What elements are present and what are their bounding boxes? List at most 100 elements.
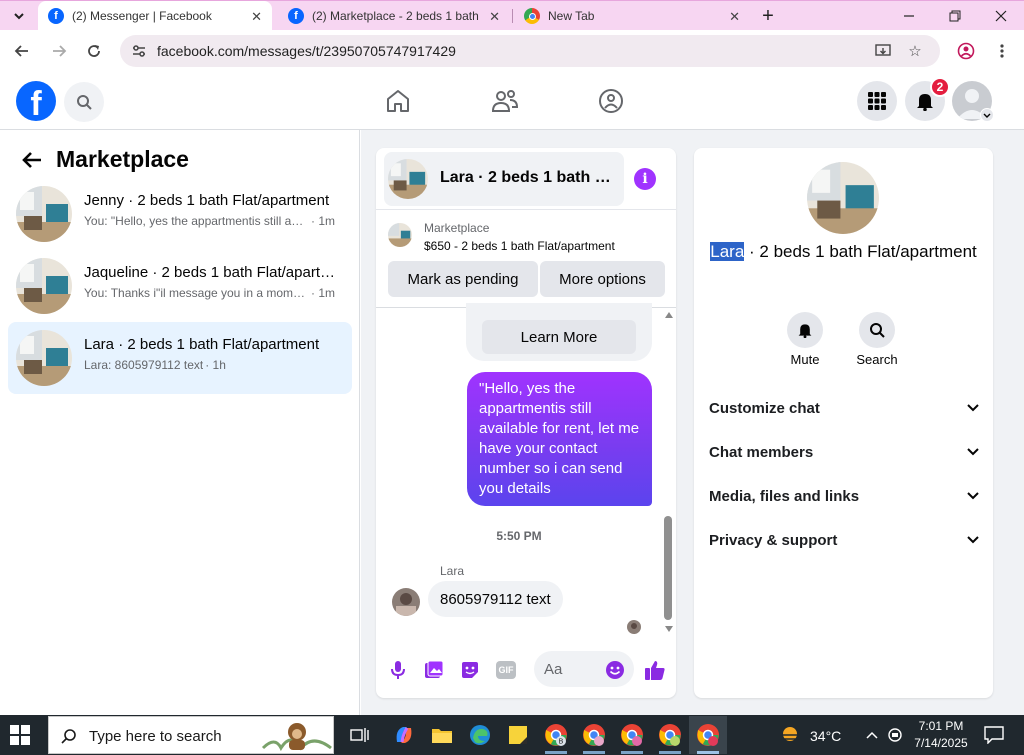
close-tab-icon[interactable]: ✕ xyxy=(729,9,740,25)
tab-marketplace[interactable]: f (2) Marketplace - 2 beds 1 bath ✕ xyxy=(278,1,510,31)
conversation-item-jenny[interactable]: Jenny · 2 beds 1 bath Flat/apartment You… xyxy=(8,178,352,250)
bell-icon xyxy=(798,324,812,338)
address-bar[interactable]: facebook.com/messages/t/2395070574791742… xyxy=(120,35,940,67)
mute-button[interactable] xyxy=(787,312,823,348)
sticky-notes-icon xyxy=(509,726,527,744)
seen-avatar xyxy=(627,620,641,634)
install-app-icon[interactable] xyxy=(874,42,892,60)
back-arrow-icon[interactable] xyxy=(20,148,44,172)
profile-button[interactable] xyxy=(954,39,978,63)
browser-tab-strip: f (2) Messenger | Facebook ✕ f (2) Marke… xyxy=(0,0,1024,31)
listing-thumbnail xyxy=(388,223,412,247)
scrollbar-thumb[interactable] xyxy=(664,516,672,620)
weather-temperature[interactable]: 34°C xyxy=(810,728,841,744)
scroll-down-icon[interactable] xyxy=(665,626,673,632)
emoji-button[interactable] xyxy=(604,659,626,681)
facebook-favicon-icon: f xyxy=(48,8,64,24)
url-text[interactable]: facebook.com/messages/t/2395070574791742… xyxy=(157,43,456,59)
meet-now-button[interactable] xyxy=(884,723,908,747)
new-tab-button[interactable]: + xyxy=(752,1,784,31)
conversation-item-lara[interactable]: Lara · 2 beds 1 bath Flat/apartment Lara… xyxy=(8,322,352,394)
scroll-up-icon[interactable] xyxy=(665,312,673,318)
attach-photo-button[interactable] xyxy=(423,659,445,681)
close-icon xyxy=(995,10,1007,22)
chrome-icon xyxy=(697,724,719,746)
media-files-links-section[interactable]: Media, files and links xyxy=(709,481,979,511)
menu-button[interactable] xyxy=(857,81,897,121)
facebook-logo-icon[interactable]: f xyxy=(16,81,56,121)
task-view-icon xyxy=(350,728,369,742)
tab-new-tab[interactable]: New Tab ✕ xyxy=(514,1,750,31)
chrome-profile-b-app[interactable]: B xyxy=(544,723,568,747)
edge-app[interactable] xyxy=(468,723,492,747)
chat-members-section[interactable]: Chat members xyxy=(709,437,979,467)
friends-nav-button[interactable] xyxy=(490,86,520,116)
tab-messenger[interactable]: f (2) Messenger | Facebook ✕ xyxy=(38,1,272,31)
info-icon[interactable]: i xyxy=(634,168,656,190)
account-dropdown-button[interactable] xyxy=(980,108,994,122)
mark-as-pending-button[interactable]: Mark as pending xyxy=(388,261,538,297)
search-icon xyxy=(61,729,76,744)
preview-time: · 1m xyxy=(311,214,335,228)
close-tab-icon[interactable]: ✕ xyxy=(489,9,500,25)
chat-title-button[interactable]: Lara · 2 beds 1 bath Flat/apartment xyxy=(384,152,624,206)
mute-label: Mute xyxy=(790,352,820,367)
voice-clip-button[interactable] xyxy=(387,659,409,681)
back-button[interactable] xyxy=(10,39,34,63)
grid-menu-icon xyxy=(868,92,886,110)
notification-center-button[interactable] xyxy=(982,723,1006,747)
reload-button[interactable] xyxy=(82,39,106,63)
tab-title: New Tab xyxy=(548,9,595,23)
minimize-icon xyxy=(904,15,914,17)
site-settings-icon[interactable] xyxy=(131,43,147,59)
title-rest-text: · 2 beds 1 bath Flat/apartment xyxy=(744,242,977,261)
running-indicator xyxy=(697,751,719,754)
copilot-app[interactable] xyxy=(392,723,416,747)
reload-icon xyxy=(88,45,100,57)
taskbar-search-box[interactable]: Type here to search xyxy=(48,716,334,754)
privacy-support-section[interactable]: Privacy & support xyxy=(709,525,979,555)
close-window-button[interactable] xyxy=(978,1,1024,31)
taskbar-clock-date[interactable]: 7/14/2025 xyxy=(908,736,974,750)
forward-button[interactable] xyxy=(47,39,71,63)
file-explorer-app[interactable] xyxy=(430,723,454,747)
restore-window-button[interactable] xyxy=(932,1,978,31)
listing-price-title[interactable]: $650 - 2 beds 1 bath Flat/apartment xyxy=(424,239,615,253)
learn-more-button[interactable]: Learn More xyxy=(482,320,636,354)
gif-button[interactable]: GIF xyxy=(495,659,517,681)
chrome-profile-active-app[interactable] xyxy=(696,723,720,747)
show-hidden-icons-button[interactable] xyxy=(860,723,884,747)
bookmark-star-icon[interactable]: ☆ xyxy=(906,42,924,60)
arrow-left-icon xyxy=(14,45,28,57)
running-indicator xyxy=(621,751,643,754)
taskbar-search-placeholder: Type here to search xyxy=(89,728,222,745)
tab-search-button[interactable] xyxy=(0,1,38,31)
close-tab-icon[interactable]: ✕ xyxy=(251,9,262,25)
search-conversation-button[interactable] xyxy=(859,312,895,348)
customize-chat-section[interactable]: Customize chat xyxy=(709,393,979,423)
chrome-profile-4-app[interactable] xyxy=(658,723,682,747)
chrome-profile-3-app[interactable] xyxy=(620,723,644,747)
chrome-icon xyxy=(583,724,605,746)
task-view-button[interactable] xyxy=(348,723,372,747)
taskbar-clock-time[interactable]: 7:01 PM xyxy=(916,719,966,733)
home-nav-button[interactable] xyxy=(383,86,413,116)
conversation-item-jaqueline[interactable]: Jaqueline · 2 beds 1 bath Flat/apartment… xyxy=(8,250,352,322)
minimize-window-button[interactable] xyxy=(886,1,932,31)
sticky-notes-app[interactable] xyxy=(506,723,530,747)
windows-start-icon[interactable] xyxy=(10,725,30,745)
message-thread: Learn More "Hello, yes the appartmentis … xyxy=(376,303,676,638)
more-options-button[interactable]: More options xyxy=(540,261,665,297)
browser-toolbar: facebook.com/messages/t/2395070574791742… xyxy=(0,30,1024,72)
chat-header: Lara · 2 beds 1 bath Flat/apartment i xyxy=(376,148,676,210)
chrome-profile-2-app[interactable] xyxy=(582,723,606,747)
emoji-icon xyxy=(606,661,624,679)
running-indicator xyxy=(545,751,567,754)
browser-menu-button[interactable] xyxy=(990,39,1014,63)
weather-widget[interactable] xyxy=(778,723,802,747)
facebook-search-button[interactable] xyxy=(64,82,104,122)
sticker-button[interactable] xyxy=(459,659,481,681)
preview-time: · 1h xyxy=(205,358,226,372)
groups-nav-button[interactable] xyxy=(596,86,626,116)
like-button[interactable] xyxy=(644,659,666,681)
